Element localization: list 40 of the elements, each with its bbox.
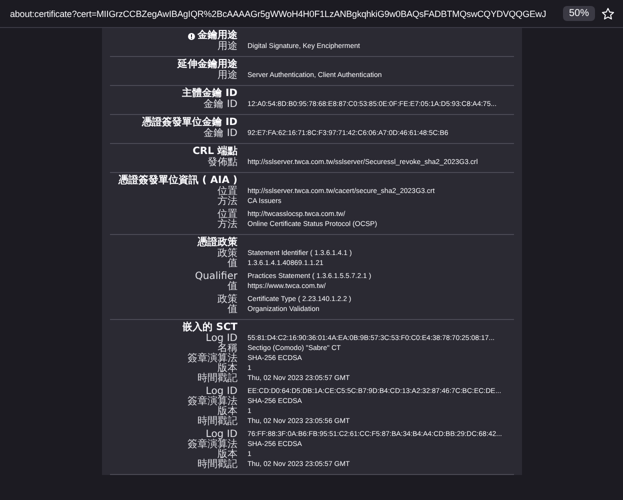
section-title: 金鑰用途 [198, 31, 238, 41]
field-label: 方法 [218, 220, 238, 230]
url-text[interactable]: about:certificate?cert=MIIGrzCCBZegAwIBAgIQR%2BcAAAAGr5gWWoH4H0F1LzANBgkqhkiG9w0BAQsFADBTMQswCQYDVQQGEwJ [10, 8, 557, 18]
field-label: Qualifier [195, 272, 238, 282]
field-label: 值 [228, 282, 238, 292]
field-label: 版本 [218, 450, 238, 460]
field-label: Log ID [206, 334, 238, 344]
field-label: 用途 [218, 42, 238, 52]
field-label: Log ID [206, 387, 238, 397]
field-label: 版本 [218, 407, 238, 417]
field-label: 時間戳記 [198, 417, 238, 427]
field-label: 用途 [218, 71, 238, 81]
field-label: 發佈點 [208, 158, 238, 168]
field-label: 值 [228, 305, 238, 315]
field-label: 版本 [218, 364, 238, 374]
field-label: 值 [228, 259, 238, 269]
field-label: 簽章演算法 [188, 397, 238, 407]
field-label: 政策 [218, 295, 238, 305]
critical-icon [188, 32, 194, 40]
section-title: CRL 端點 [192, 147, 238, 157]
field-label: 政策 [218, 249, 238, 259]
section-title: 延伸金鑰用途 [178, 60, 238, 70]
field-label: 金鑰 ID [204, 100, 238, 110]
field-label: 時間戳記 [198, 374, 238, 384]
field-label: 簽章演算法 [188, 440, 238, 450]
field-label: 金鑰 ID [204, 129, 238, 139]
section-title: 主體金鑰 ID [182, 89, 238, 99]
field-label: 名稱 [218, 344, 238, 354]
section-title: 憑證簽發單位金鑰 ID [142, 118, 238, 128]
star-icon[interactable] [601, 6, 615, 20]
field-label: 位置 [218, 187, 238, 197]
field-label: 位置 [218, 210, 238, 220]
section-title: 嵌入的 SCT [182, 323, 238, 333]
field-label: 時間戳記 [198, 460, 238, 470]
field-label: 簽章演算法 [188, 354, 238, 364]
field-label: Log ID [206, 430, 238, 440]
section-title: 憑證政策 [198, 238, 238, 248]
zoom-button[interactable]: 50% [562, 6, 595, 21]
section-title: 憑證簽發單位資訊 ( AIA ) [118, 176, 238, 186]
field-label: 方法 [218, 197, 238, 207]
